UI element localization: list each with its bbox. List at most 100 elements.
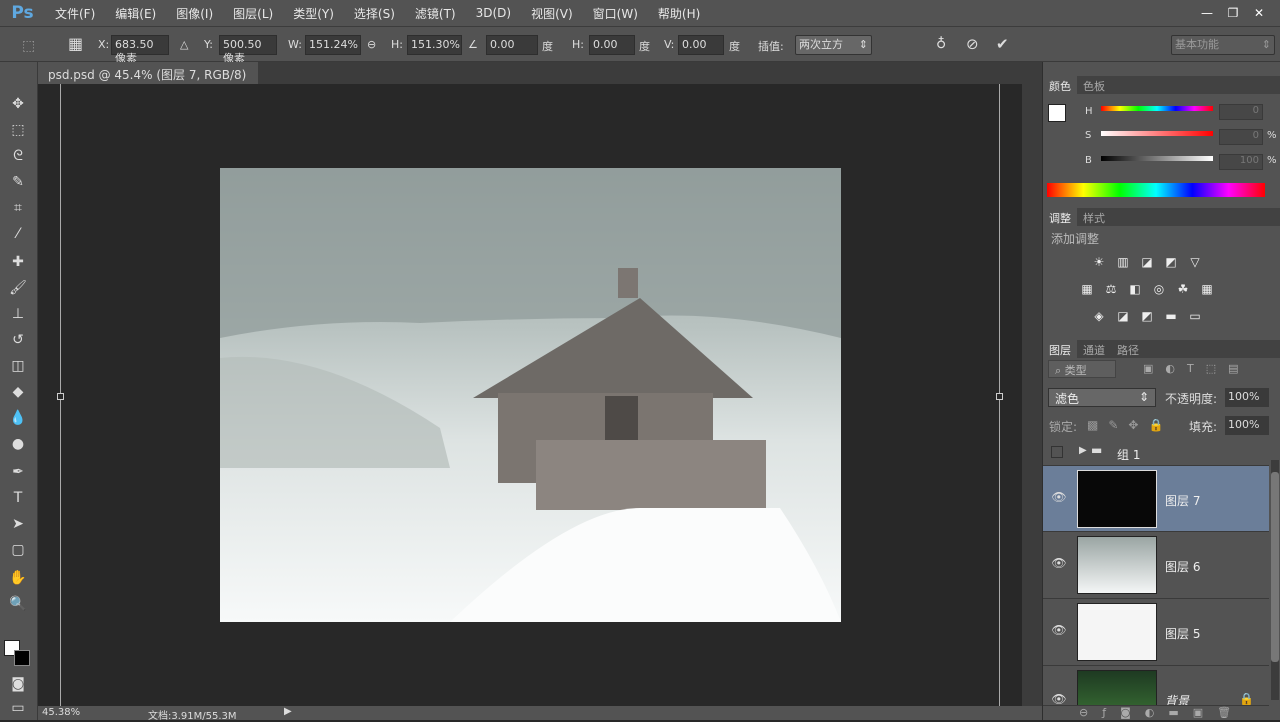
menu-image[interactable]: 图像(I) — [166, 5, 223, 22]
eye-icon[interactable]: 👁 — [1051, 556, 1067, 570]
status-menu-arrow-icon[interactable]: ▶ — [284, 706, 292, 717]
blend-mode-select[interactable]: 滤色 ⇕ — [1048, 388, 1156, 407]
eye-icon[interactable]: 👁 — [1051, 490, 1067, 504]
saturation-field[interactable]: 0 — [1219, 129, 1263, 145]
visibility-toggle-off[interactable] — [1051, 446, 1063, 458]
fill-field[interactable]: 100% — [1225, 416, 1269, 435]
hsl-adjust-icon[interactable]: ▦ — [1079, 282, 1095, 296]
eye-icon[interactable]: 👁 — [1051, 623, 1067, 637]
channel-mixer-icon[interactable]: ☘ — [1175, 282, 1191, 296]
eyedropper-tool-icon[interactable]: ⁄ — [8, 224, 28, 244]
layer-row-group[interactable]: ▶ ▬ 组 1 — [1043, 440, 1269, 466]
history-brush-icon[interactable]: ↺ — [8, 330, 28, 350]
exposure-adjust-icon[interactable]: ◩ — [1163, 255, 1179, 269]
layer-row-selected[interactable]: 👁 图层 7 — [1043, 466, 1269, 532]
path-select-tool-icon[interactable]: ➤ — [8, 514, 28, 534]
shape-tool-icon[interactable]: ▢ — [8, 540, 28, 560]
menu-view[interactable]: 视图(V) — [521, 5, 583, 22]
reference-point-icon[interactable]: ▦ — [68, 34, 83, 53]
hand-tool-icon[interactable]: ✋ — [8, 568, 28, 588]
delta-icon[interactable]: △ — [180, 38, 188, 51]
commit-transform-icon[interactable]: ✔ — [996, 35, 1009, 53]
layer-filter-icons[interactable]: ▣◐T⬚▤ — [1143, 362, 1251, 375]
layers-scrollbar[interactable] — [1271, 460, 1279, 700]
marquee-tool-icon[interactable]: ⬚ — [8, 120, 28, 140]
levels-adjust-icon[interactable]: ▥ — [1115, 255, 1131, 269]
tab-styles[interactable]: 样式 — [1077, 208, 1111, 226]
zoom-level[interactable]: 45.38% — [42, 707, 80, 718]
transform-handle-left[interactable] — [57, 393, 64, 400]
close-window-button[interactable]: ✕ — [1246, 5, 1272, 21]
healing-tool-icon[interactable]: ✚ — [8, 252, 28, 272]
interpolation-select[interactable]: 两次立方 ⇕ — [795, 35, 872, 55]
menu-edit[interactable]: 编辑(E) — [105, 5, 166, 22]
black-white-icon[interactable]: ◧ — [1127, 282, 1143, 296]
move-tool-icon[interactable]: ✥ — [8, 94, 28, 114]
brush-tool-icon[interactable]: 🖌 — [8, 278, 28, 298]
quick-mask-icon[interactable]: ◙ — [8, 674, 28, 694]
tab-adjustments[interactable]: 调整 — [1043, 208, 1077, 226]
layers-bottom-toolbar[interactable]: ⊖ƒ◙◐▬▣🗑 — [1043, 706, 1280, 720]
blur-tool-icon[interactable]: 💧 — [8, 408, 28, 428]
width-field[interactable]: 151.24% — [305, 35, 361, 55]
bucket-tool-icon[interactable]: ◆ — [8, 382, 28, 402]
brightness-slider[interactable] — [1101, 156, 1213, 161]
zoom-tool-icon[interactable]: 🔍 — [8, 594, 28, 614]
background-color-swatch[interactable] — [14, 650, 30, 666]
lock-icons[interactable]: ▩✎✥🔒 — [1087, 418, 1173, 432]
menu-layer[interactable]: 图层(L) — [223, 5, 283, 22]
minimize-button[interactable]: — — [1194, 5, 1220, 21]
height-field[interactable]: 151.30% — [407, 35, 462, 55]
pen-tool-icon[interactable]: ✒ — [8, 462, 28, 482]
layer-filter-select[interactable]: ⌕ 类型 — [1048, 360, 1116, 378]
tab-swatches[interactable]: 色板 — [1077, 76, 1111, 94]
angle-field[interactable]: 0.00 — [486, 35, 538, 55]
layer-row-background[interactable]: 👁 背景 🔒 — [1043, 666, 1269, 706]
stamp-tool-icon[interactable]: ⊥ — [8, 304, 28, 324]
eraser-tool-icon[interactable]: ◫ — [8, 356, 28, 376]
warp-icon[interactable]: ♁ — [936, 36, 946, 52]
crop-tool-icon[interactable]: ⌗ — [8, 198, 28, 218]
saturation-slider[interactable] — [1101, 131, 1213, 136]
brightness-field[interactable]: 100 — [1219, 154, 1263, 170]
menu-type[interactable]: 类型(Y) — [283, 5, 344, 22]
foreground-color-swatch[interactable] — [1048, 104, 1066, 122]
link-icon[interactable]: ⊖ — [367, 38, 376, 51]
document-tab[interactable]: psd.psd @ 45.4% (图层 7, RGB/8) * × — [38, 62, 258, 97]
color-spectrum[interactable] — [1047, 183, 1265, 197]
workspace-select[interactable]: 基本功能 ⇕ — [1171, 35, 1275, 55]
curves-adjust-icon[interactable]: ◪ — [1139, 255, 1155, 269]
tab-layers[interactable]: 图层 — [1043, 340, 1077, 358]
maximize-button[interactable]: ❐ — [1220, 5, 1246, 21]
menu-window[interactable]: 窗口(W) — [583, 5, 648, 22]
tab-paths[interactable]: 路径 — [1111, 340, 1145, 358]
cancel-transform-icon[interactable]: ⊘ — [966, 35, 979, 53]
layer-row[interactable]: 👁 图层 5 — [1043, 599, 1269, 666]
layer-row[interactable]: 👁 图层 6 — [1043, 532, 1269, 599]
tab-channels[interactable]: 通道 — [1077, 340, 1111, 358]
photo-filter-icon[interactable]: ◎ — [1151, 282, 1167, 296]
hue-slider[interactable] — [1101, 106, 1213, 111]
gradient-map-icon[interactable]: ▬ — [1163, 309, 1179, 323]
eye-icon[interactable]: 👁 — [1051, 692, 1067, 705]
brightness-adjust-icon[interactable]: ☀ — [1091, 255, 1107, 269]
hue-field[interactable]: 0 — [1219, 104, 1263, 120]
dodge-tool-icon[interactable]: ● — [8, 434, 28, 454]
vertical-scrollbar[interactable] — [1022, 84, 1042, 706]
invert-icon[interactable]: ◈ — [1091, 309, 1107, 323]
lasso-tool-icon[interactable]: ᘓ — [8, 146, 28, 166]
posterize-icon[interactable]: ◪ — [1115, 309, 1131, 323]
selective-color-icon[interactable]: ▭ — [1187, 309, 1203, 323]
transform-handle-right[interactable] — [996, 393, 1003, 400]
type-tool-icon[interactable]: T — [8, 488, 28, 508]
menu-select[interactable]: 选择(S) — [344, 5, 405, 22]
hskew-field[interactable]: 0.00 — [589, 35, 635, 55]
vibrance-adjust-icon[interactable]: ▽ — [1187, 255, 1203, 269]
color-lookup-icon[interactable]: ▦ — [1199, 282, 1215, 296]
y-field[interactable]: 500.50 像素 — [219, 35, 277, 65]
menu-help[interactable]: 帮助(H) — [648, 5, 710, 22]
menu-file[interactable]: 文件(F) — [45, 5, 105, 22]
screen-mode-icon[interactable]: ▭ — [8, 698, 28, 718]
color-balance-icon[interactable]: ⚖ — [1103, 282, 1119, 296]
menu-filter[interactable]: 滤镜(T) — [405, 5, 466, 22]
